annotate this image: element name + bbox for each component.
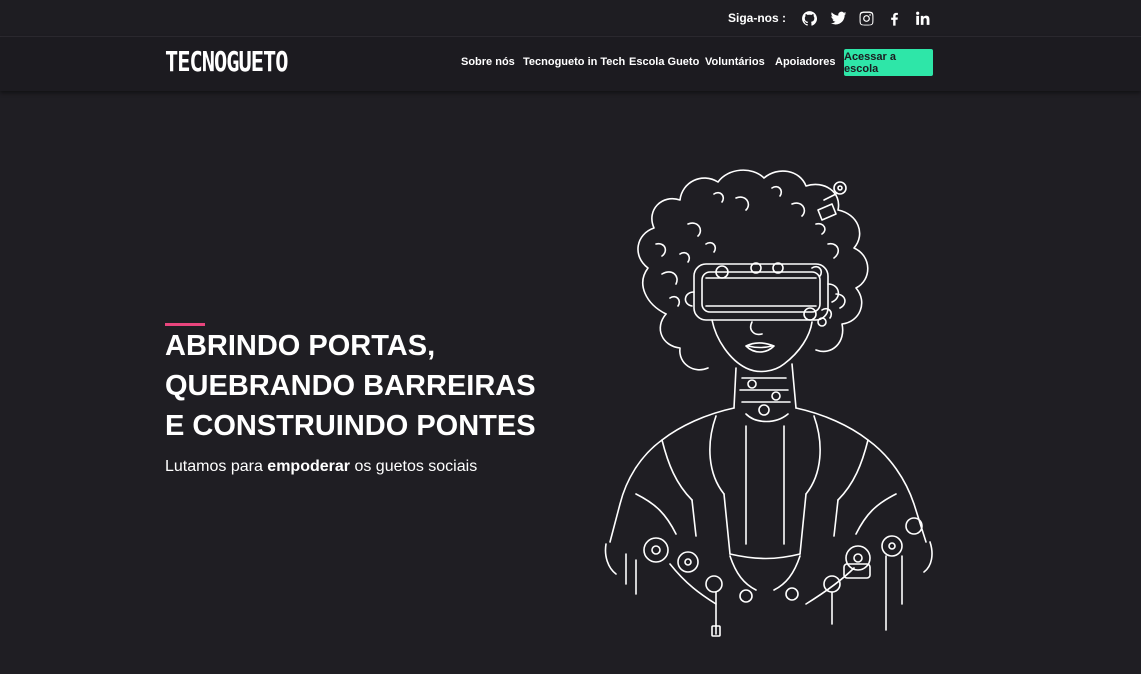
vr-goggles — [684, 262, 840, 327]
headline-line-2: QUEBRANDO BARREIRAS — [165, 370, 536, 402]
headline-line-3: E CONSTRUINDO PONTES — [165, 410, 536, 442]
hero-headline: ABRINDO PORTAS, QUEBRANDO BARREIRAS E CO… — [165, 326, 585, 446]
bottom-mechanics — [604, 517, 933, 637]
hero-subheadline: Lutamos para empoderar os guetos sociais — [165, 458, 477, 476]
github-icon[interactable] — [799, 8, 819, 28]
headline-line-1: ABRINDO PORTAS, — [165, 330, 436, 362]
jacket — [609, 407, 927, 560]
twitter-icon[interactable] — [828, 8, 848, 28]
hair-gear — [817, 181, 847, 221]
subheadline-end: os guetos sociais — [354, 458, 478, 475]
nav-link-apoiadores[interactable]: Apoiadores — [775, 56, 836, 68]
nav-link-voluntarios[interactable]: Voluntários — [705, 56, 765, 68]
logo[interactable]: TECNOGUETO — [165, 47, 288, 78]
follow-label: Siga-nos : — [727, 11, 786, 25]
top-social-bar: Siga-nos : — [0, 0, 1141, 37]
nav-link-escola-gueto[interactable]: Escola Gueto — [629, 56, 699, 68]
subheadline-start: Lutamos para — [165, 458, 263, 475]
neck-circuits — [733, 363, 797, 423]
linkedin-icon[interactable] — [912, 8, 932, 28]
hair-outline — [637, 169, 869, 371]
nav-link-sobre-nos[interactable]: Sobre nós — [461, 56, 515, 68]
nav-link-tecnogueto-in-tech[interactable]: Tecnogueto in Tech — [523, 56, 625, 68]
face — [711, 319, 813, 373]
access-school-button[interactable]: Acessar a escola — [844, 49, 933, 76]
hero-illustration — [604, 169, 933, 637]
instagram-icon[interactable] — [856, 8, 876, 28]
facebook-icon[interactable] — [884, 8, 904, 28]
subheadline-emphasis: empoderar — [267, 458, 350, 475]
